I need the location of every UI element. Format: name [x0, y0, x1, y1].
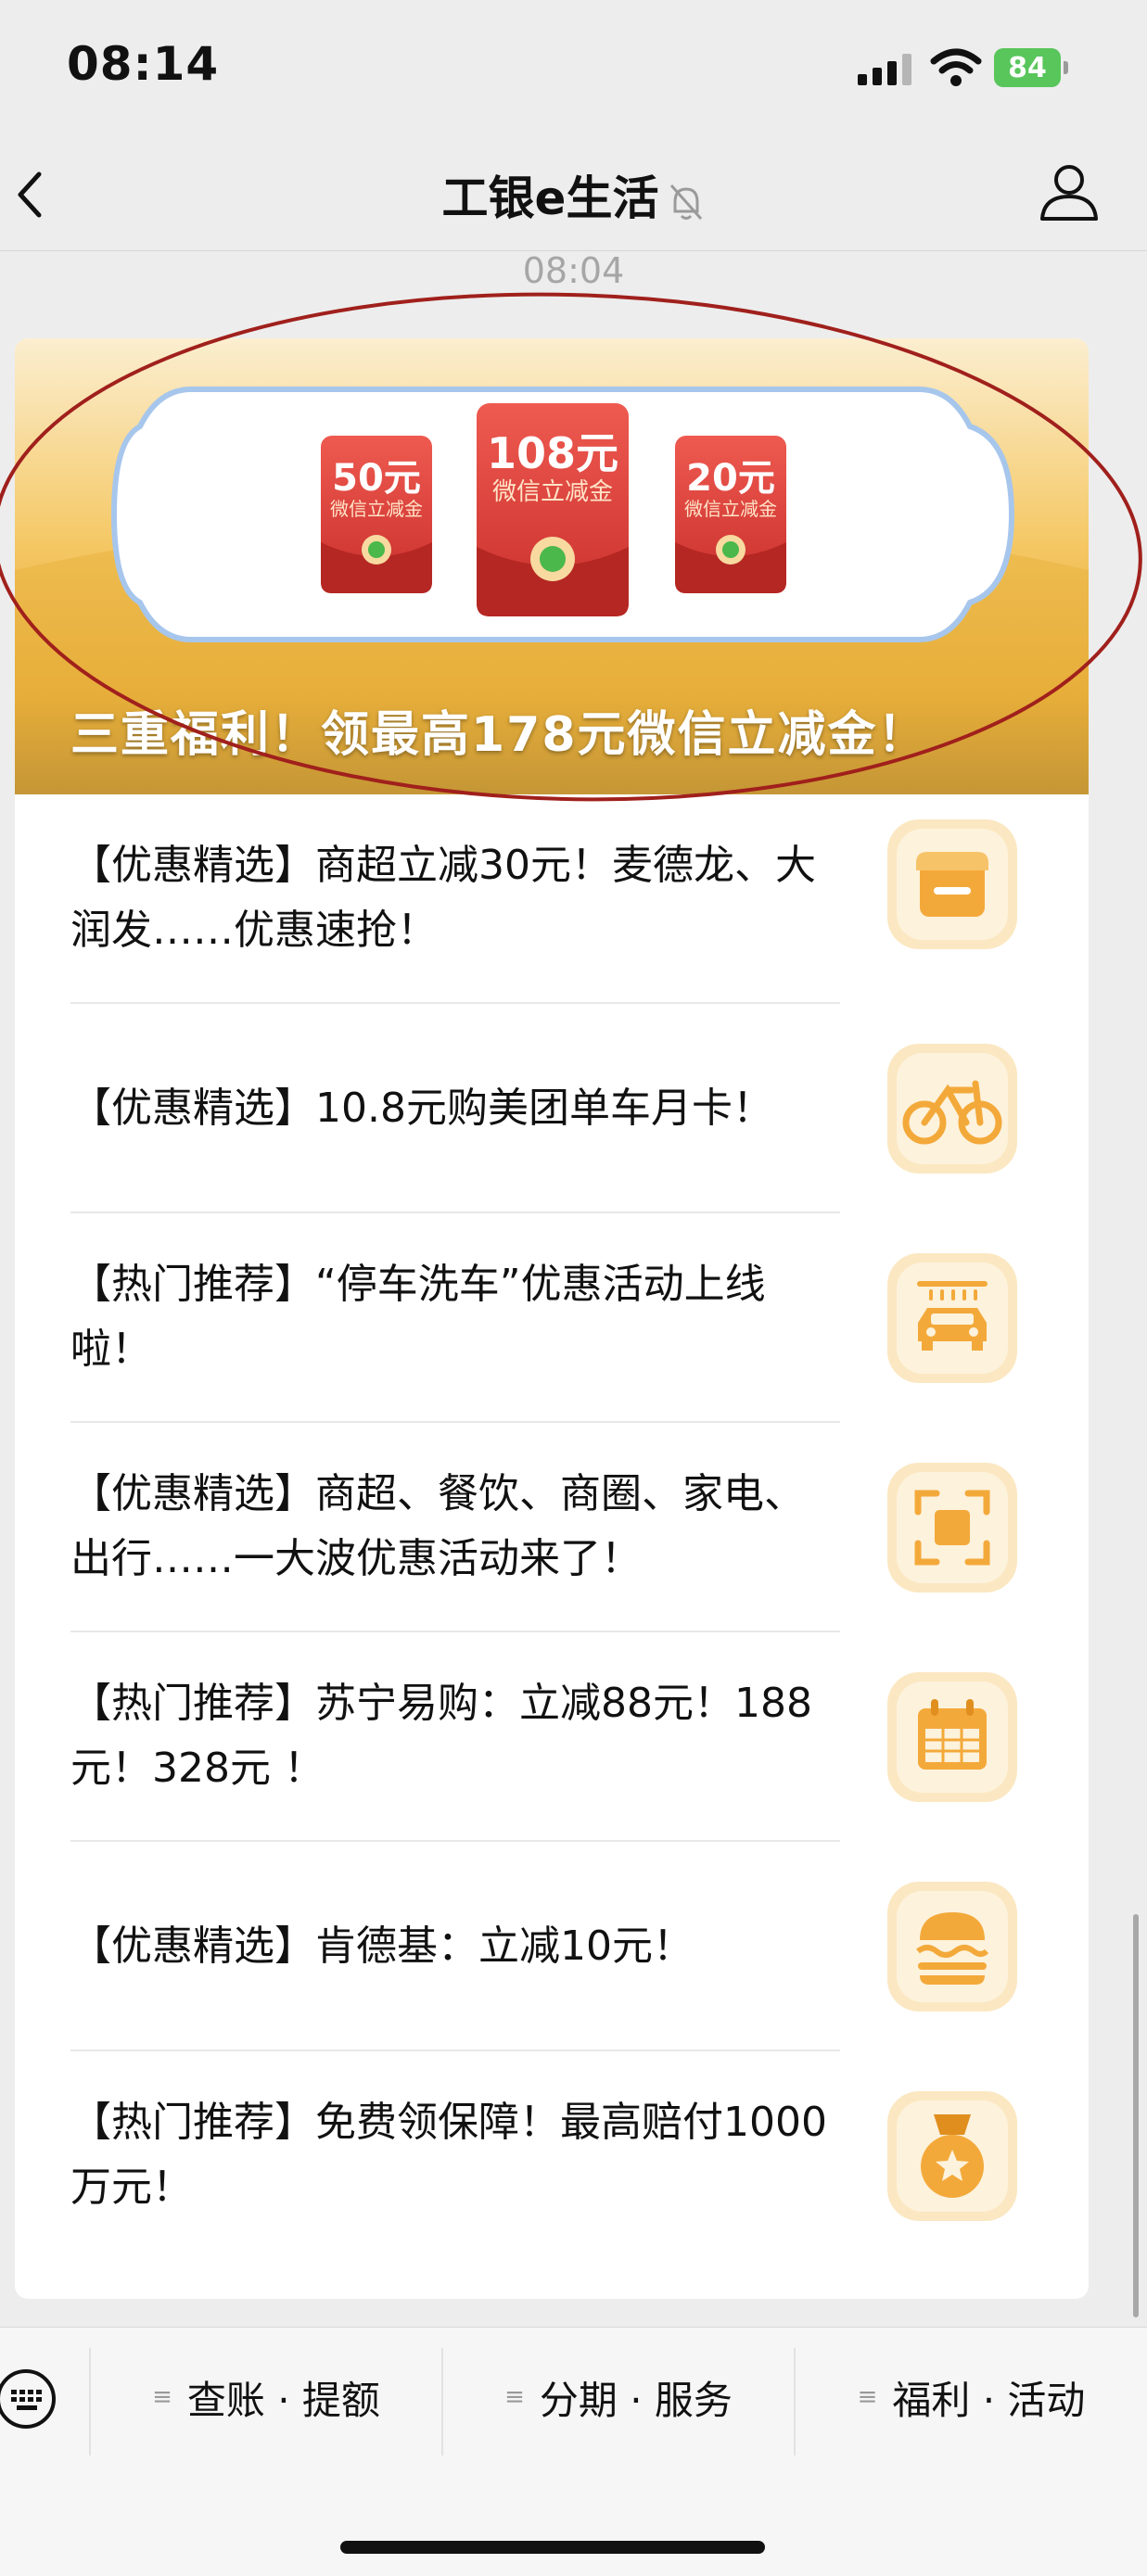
- cellular-signal-icon: [858, 54, 911, 85]
- car-wash-icon: [887, 1253, 1017, 1383]
- mute-bell-icon: [670, 184, 703, 220]
- home-indicator[interactable]: [340, 2541, 765, 2554]
- battery-icon: 84: [994, 48, 1070, 87]
- list-item-title: 【优惠精选】10.8元购美团单车月卡！: [70, 1085, 773, 1132]
- list-item-title: 【优惠精选】商超立减30元！麦德龙、大润发……优惠速抢！: [70, 842, 816, 954]
- battery-tip: [1064, 61, 1068, 74]
- medal-icon: [887, 2091, 1017, 2221]
- chat-title-wrap: 工银e生活: [0, 161, 1147, 228]
- menu-list-icon: ≡: [857, 2383, 878, 2411]
- list-item[interactable]: 【优惠精选】商超、餐饮、商圈、家电、出行……一大波优惠活动来了！: [15, 1423, 1089, 1632]
- status-time: 08:14: [67, 37, 220, 91]
- menu-label: 查账 · 提额: [186, 2377, 380, 2423]
- wifi-icon: [930, 48, 982, 86]
- keyboard-icon[interactable]: [0, 2360, 57, 2438]
- menu-label: 分期 · 服务: [539, 2377, 733, 2423]
- menu-item-installment[interactable]: ≡ 分期 · 服务: [443, 2328, 794, 2467]
- scrollbar[interactable]: [1133, 1914, 1139, 2317]
- list-item[interactable]: 【热门推荐】免费领保障！最高赔付1000万元！: [15, 2051, 1089, 2261]
- menu-list-icon: ≡: [152, 2383, 172, 2411]
- list-item[interactable]: 【热门推荐】“停车洗车”优惠活动上线啦！: [15, 1213, 1089, 1423]
- chat-header: 工银e生活: [0, 139, 1147, 251]
- burger-icon: [887, 1882, 1017, 2011]
- annotation-ellipse: [0, 292, 1142, 802]
- menu-label: 福利 · 活动: [892, 2377, 1086, 2423]
- bicycle-icon: [887, 1044, 1017, 1174]
- list-item[interactable]: 【热门推荐】苏宁易购：立减88元！188元！328元 ！: [15, 1632, 1089, 1842]
- battery-level: 84: [994, 48, 1061, 87]
- list-item-title: 【热门推荐】免费领保障！最高赔付1000万元！: [70, 2099, 827, 2211]
- bottom-menu-bar: ≡ 查账 · 提额 ≡ 分期 · 服务 ≡ 福利 · 活动: [0, 2327, 1147, 2576]
- list-item-title: 【优惠精选】肯德基：立减10元！: [70, 1922, 694, 1970]
- menu-list-icon: ≡: [504, 2383, 525, 2411]
- profile-icon[interactable]: [1037, 159, 1102, 224]
- list-item-title: 【热门推荐】苏宁易购：立减88元！188元！328元 ！: [70, 1680, 812, 1792]
- list-item-title: 【热门推荐】“停车洗车”优惠活动上线啦！: [70, 1261, 766, 1373]
- status-bar: 08:14 84: [0, 0, 1147, 139]
- calendar-icon: [887, 1672, 1017, 1802]
- chat-title: 工银e生活: [441, 171, 659, 225]
- menu-item-welfare[interactable]: ≡ 福利 · 活动: [796, 2328, 1147, 2467]
- scan-icon: [887, 1463, 1017, 1593]
- list-item-title: 【优惠精选】商超、餐饮、商圈、家电、出行……一大波优惠活动来了！: [70, 1470, 805, 1582]
- list-item[interactable]: 【优惠精选】肯德基：立减10元！: [15, 1842, 1089, 2051]
- list-item[interactable]: 【优惠精选】10.8元购美团单车月卡！: [15, 1004, 1089, 1213]
- menu-item-bills[interactable]: ≡ 查账 · 提额: [91, 2328, 441, 2467]
